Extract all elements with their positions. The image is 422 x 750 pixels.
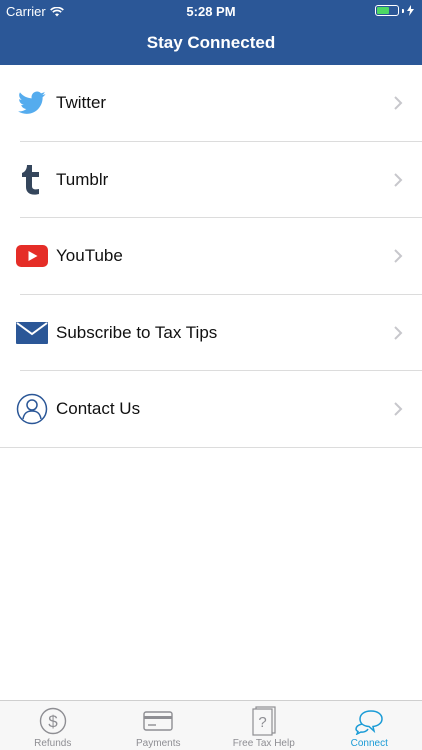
svg-text:$: $ [48,712,58,731]
page-title: Stay Connected [146,33,276,52]
list-item-contact[interactable]: Contact Us [0,371,422,448]
tab-label: Refunds [34,738,72,749]
chevron-right-icon [394,96,403,110]
tab-connect[interactable]: Connect [317,701,422,750]
question-document-icon: ? [249,706,279,736]
list-item-subscribe[interactable]: Subscribe to Tax Tips [0,295,422,372]
list-item-label: Tumblr [56,169,109,189]
youtube-icon [16,240,48,272]
tab-label: Free Tax Help [232,738,295,749]
twitter-icon [16,87,48,119]
list-item-label: Contact Us [56,399,141,419]
list-item-label: Twitter [56,93,107,113]
tumblr-icon [16,164,48,196]
tab-label: Connect [350,738,388,749]
credit-card-icon [143,706,173,736]
battery-cap [402,8,404,13]
svg-text:?: ? [258,714,266,731]
list-item-twitter[interactable]: Twitter [0,65,422,142]
list-item-label: Subscribe to Tax Tips [56,322,218,342]
list-item-tumblr[interactable]: Tumblr [0,142,422,219]
chevron-right-icon [394,326,403,340]
status-bar: Carrier 5:28 PM [0,0,422,22]
app-header: Carrier 5:28 PM Stay Connected [0,0,422,65]
tab-bar: $ Refunds Payments ? Free Tax Help Conne… [0,700,422,750]
chevron-right-icon [394,173,403,187]
tab-payments[interactable]: Payments [106,701,212,750]
tab-refunds[interactable]: $ Refunds [0,701,106,750]
envelope-icon [16,317,48,349]
chevron-right-icon [394,402,403,416]
clock: 5:28 PM [186,4,236,19]
list-item-youtube[interactable]: YouTube [0,218,422,295]
battery-icon [375,5,399,16]
battery-level [377,7,389,14]
tab-free-tax-help[interactable]: ? Free Tax Help [211,701,317,750]
chevron-right-icon [394,249,403,263]
charging-bolt-icon [407,5,414,16]
tab-label: Payments [136,738,181,749]
battery-indicator [375,5,414,16]
person-icon [16,393,48,425]
dollar-icon: $ [38,706,68,736]
social-links-list: Twitter Tumblr YouTube Subscribe to Tax … [0,65,422,448]
list-item-label: YouTube [56,246,123,266]
speech-bubbles-icon [354,706,384,736]
